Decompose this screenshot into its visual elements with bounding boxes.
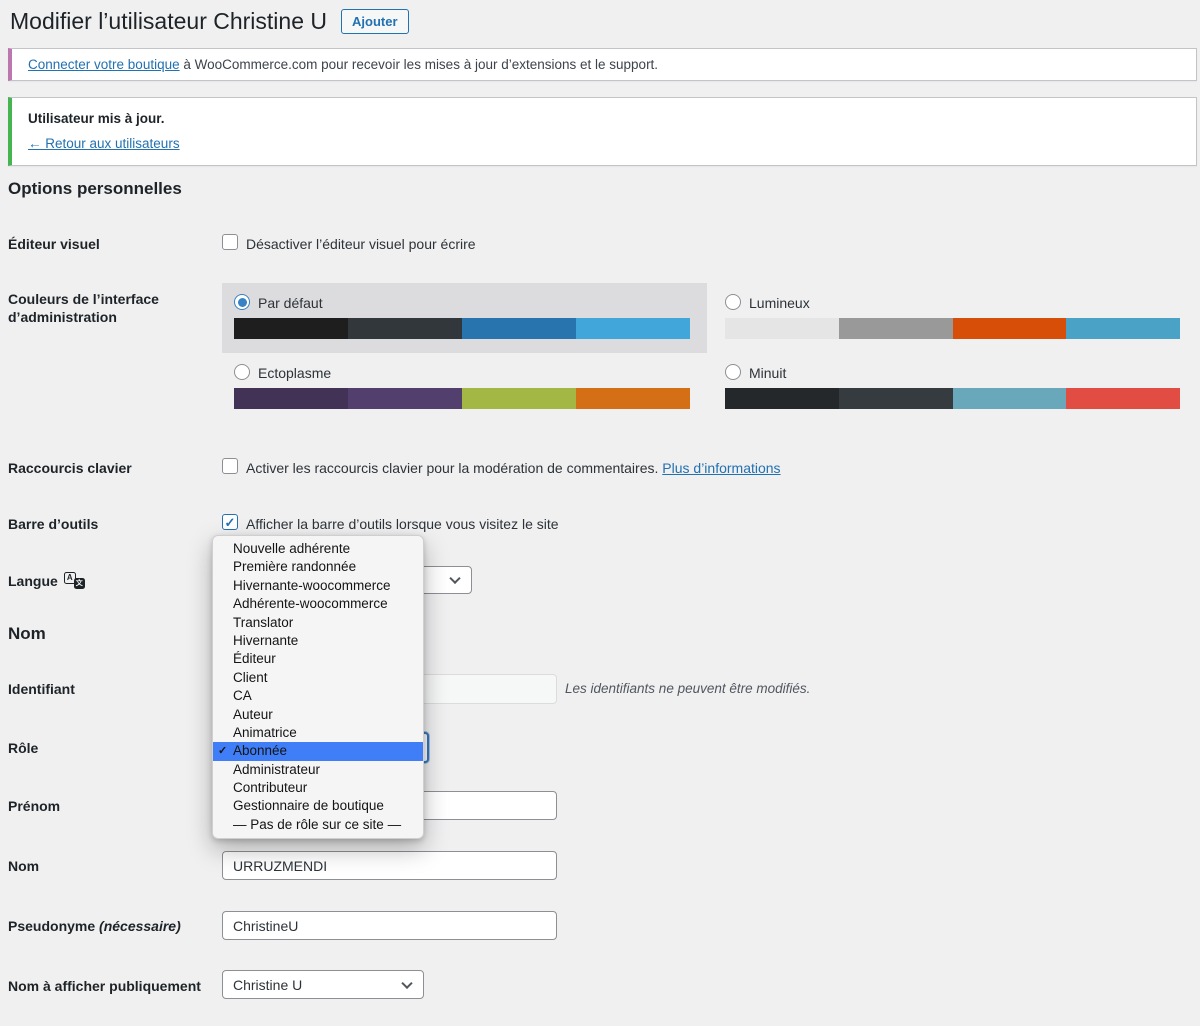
woocommerce-connect-notice: Connecter votre boutique à WooCommerce.c…: [8, 48, 1197, 81]
role-option[interactable]: Première randonnée: [213, 558, 423, 576]
chevron-down-icon: [401, 977, 412, 988]
back-to-users-link[interactable]: ← Retour aux utilisateurs: [28, 136, 180, 151]
page-header: Modifier l’utilisateur Christine U Ajout…: [10, 8, 409, 35]
role-option[interactable]: Client: [213, 669, 423, 687]
role-option[interactable]: Translator: [213, 614, 423, 632]
admin-colors-label: Couleurs de l’interface d’administration: [8, 290, 159, 326]
last-name-label: Nom: [8, 857, 39, 875]
color-scheme-label-light[interactable]: Lumineux: [749, 295, 810, 311]
username-label: Identifiant: [8, 680, 75, 698]
language-label: LangueA文: [8, 572, 85, 590]
role-option[interactable]: — Pas de rôle sur ce site —: [213, 816, 423, 834]
display-name-select[interactable]: Christine U: [222, 970, 424, 999]
role-option[interactable]: Contributeur: [213, 779, 423, 797]
check-icon: ✓: [225, 516, 236, 529]
role-option[interactable]: Gestionnaire de boutique: [213, 797, 423, 815]
color-scheme-label-ectoplasm[interactable]: Ectoplasme: [258, 365, 331, 381]
color-scheme-swatch-light[interactable]: [725, 318, 1180, 339]
username-note: Les identifiants ne peuvent être modifié…: [565, 681, 810, 696]
role-option[interactable]: Hivernante: [213, 632, 423, 650]
keyboard-shortcuts-label: Raccourcis clavier: [8, 459, 132, 477]
role-option[interactable]: Nouvelle adhérente: [213, 540, 423, 558]
role-dropdown-menu: Nouvelle adhérente Première randonnée Hi…: [212, 535, 424, 839]
role-option[interactable]: Auteur: [213, 706, 423, 724]
color-scheme-label-default[interactable]: Par défaut: [258, 295, 323, 311]
role-option[interactable]: Éditeur: [213, 650, 423, 668]
visual-editor-checkbox[interactable]: [222, 234, 238, 250]
last-name-field[interactable]: [222, 851, 557, 880]
more-information-link[interactable]: Plus d’informations: [662, 460, 780, 476]
chevron-down-icon: [449, 573, 460, 584]
role-label: Rôle: [8, 739, 38, 757]
nickname-label: Pseudonyme (nécessaire): [8, 917, 181, 935]
keyboard-shortcuts-checkbox[interactable]: [222, 458, 238, 474]
color-scheme-swatch-midnight[interactable]: [725, 388, 1180, 409]
nickname-field[interactable]: [222, 911, 557, 940]
role-option[interactable]: Animatrice: [213, 724, 423, 742]
display-name-label: Nom à afficher publiquement: [8, 977, 201, 995]
visual-editor-label: Éditeur visuel: [8, 235, 100, 253]
name-section-heading: Nom: [8, 624, 46, 644]
color-scheme-swatch-default[interactable]: [234, 318, 690, 339]
woocommerce-notice-text: à WooCommerce.com pour recevoir les mise…: [180, 57, 658, 72]
role-option[interactable]: Hivernante-woocommerce: [213, 577, 423, 595]
role-option-selected[interactable]: ✓Abonnée: [213, 742, 423, 760]
color-scheme-radio-light[interactable]: [725, 294, 741, 310]
visual-editor-checkbox-label[interactable]: Désactiver l’éditeur visuel pour écrire: [246, 235, 476, 253]
color-scheme-radio-ectoplasm[interactable]: [234, 364, 250, 380]
color-scheme-label-midnight[interactable]: Minuit: [749, 365, 786, 381]
toolbar-checkbox-label[interactable]: Afficher la barre d’outils lorsque vous …: [246, 515, 559, 533]
keyboard-shortcuts-checkbox-label[interactable]: Activer les raccourcis clavier pour la m…: [246, 459, 781, 477]
first-name-label: Prénom: [8, 797, 60, 815]
role-option[interactable]: CA: [213, 687, 423, 705]
personal-options-heading: Options personnelles: [8, 179, 182, 199]
check-icon: ✓: [218, 742, 232, 760]
add-user-button[interactable]: Ajouter: [341, 9, 409, 34]
translation-icon: A文: [64, 572, 85, 589]
user-updated-message: Utilisateur mis à jour.: [28, 111, 1180, 126]
toolbar-label: Barre d’outils: [8, 515, 98, 533]
color-scheme-swatch-ectoplasm[interactable]: [234, 388, 690, 409]
color-scheme-radio-default[interactable]: [234, 294, 250, 310]
required-note: (nécessaire): [99, 918, 181, 934]
role-option[interactable]: Administrateur: [213, 761, 423, 779]
connect-store-link[interactable]: Connecter votre boutique: [28, 57, 180, 72]
page-title: Modifier l’utilisateur Christine U: [10, 8, 327, 35]
color-scheme-radio-midnight[interactable]: [725, 364, 741, 380]
toolbar-checkbox[interactable]: ✓: [222, 514, 238, 530]
user-updated-notice: Utilisateur mis à jour. ← Retour aux uti…: [8, 97, 1197, 166]
role-option[interactable]: Adhérente-woocommerce: [213, 595, 423, 613]
